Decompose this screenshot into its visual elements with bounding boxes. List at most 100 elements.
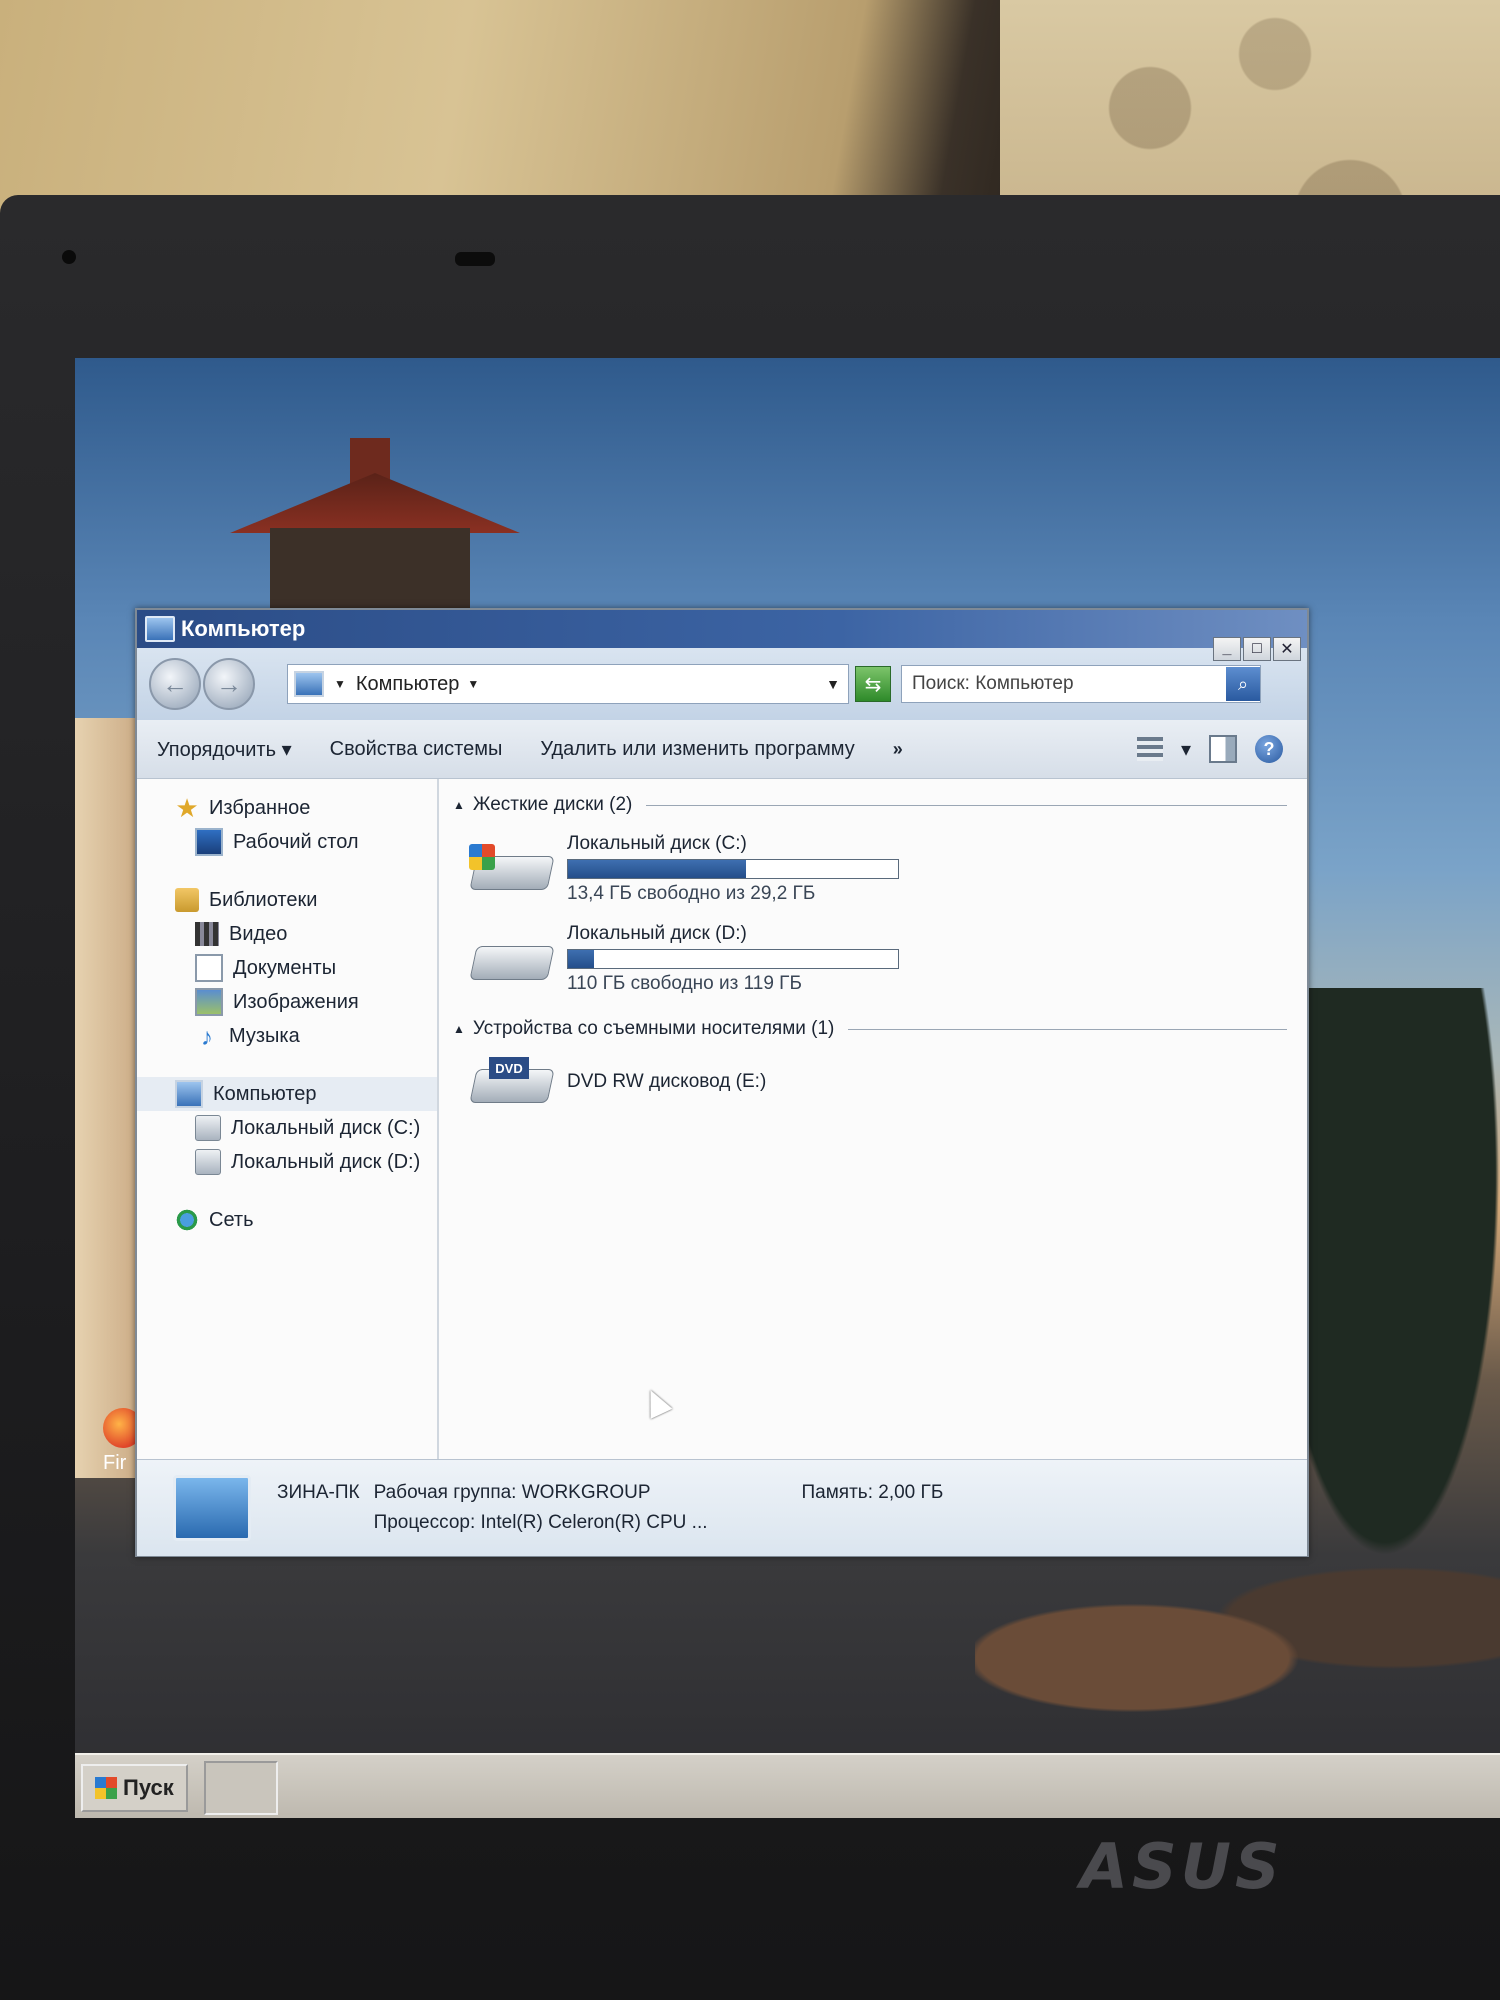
sidebar-item-label: Библиотеки [209,888,318,911]
start-label: Пуск [123,1774,174,1800]
desktop-icon [195,828,223,856]
sidebar-item-label: Избранное [209,796,311,819]
sidebar-item-libraries[interactable]: Библиотеки [137,883,437,917]
laptop-brand-logo: ASUS [1080,1830,1284,1903]
view-tools: ▾ ? [1136,735,1283,763]
collapse-arrow-icon[interactable]: ▲ [453,1022,465,1036]
drive-usage-bar [567,949,899,969]
music-icon: ♪ [201,1024,213,1051]
window-title: Компьютер [181,616,306,641]
content-pane: ▲ Жесткие диски (2) Локальный диск (C:) … [439,779,1307,1459]
memory: Память: 2,00 ГБ [801,1482,944,1503]
screen: Fir Компьютер _ □ ✕ ← → ▼ Компьютер ▼ ▼ … [75,358,1500,1818]
navigation-pane: ★ Избранное Рабочий стол Библиотеки Виде… [137,779,439,1459]
star-icon: ★ [175,792,199,823]
webcam [455,252,495,266]
forward-arrow-icon: → [216,668,242,699]
chevron-down-icon[interactable]: ▼ [467,677,479,691]
command-bar: Упорядочить ▾ Свойства системы Удалить и… [137,720,1307,779]
search-button[interactable]: ⌕ [1226,667,1260,701]
drive-d[interactable]: Локальный диск (D:) 110 ГБ свободно из 1… [469,923,1287,995]
drive-usage-bar [567,859,899,879]
title-bar[interactable]: Компьютер _ □ ✕ [137,610,1307,661]
sidebar-item-network[interactable]: Сеть [137,1203,437,1237]
image-icon [195,988,223,1016]
computer-icon [294,671,324,697]
search-placeholder: Поиск: Компьютер [912,673,1074,694]
breadcrumb-arrow-icon[interactable]: ▼ [334,677,346,691]
window-body: ★ Избранное Рабочий стол Библиотеки Виде… [137,779,1307,1459]
pc-name: ЗИНА-ПК [277,1482,360,1503]
sidebar-item-computer[interactable]: Компьютер [137,1077,437,1111]
sidebar-item-label: Музыка [229,1024,300,1047]
preview-pane-icon[interactable] [1209,735,1237,763]
section-title: Устройства со съемными носителями (1) [472,1018,835,1039]
sidebar-item-label: Сеть [209,1208,254,1231]
hard-drive-windows-icon [469,844,555,894]
sidebar-item-label: Компьютер [213,1082,317,1105]
sidebar-item-video[interactable]: Видео [137,917,437,951]
explorer-window: Компьютер _ □ ✕ ← → ▼ Компьютер ▼ ▼ ⇆ По… [135,608,1309,1557]
refresh-button[interactable]: ⇆ [855,666,891,702]
maximize-button[interactable]: □ [1243,637,1271,661]
organize-button[interactable]: Упорядочить ▾ [157,737,292,762]
section-removable[interactable]: ▲ Устройства со съемными носителями (1) [453,1013,1287,1045]
taskbar-window-button[interactable] [203,1760,278,1815]
collapse-arrow-icon[interactable]: ▲ [453,798,465,812]
computer-icon [173,1475,251,1541]
sidebar-item-favorites[interactable]: ★ Избранное [137,791,437,825]
system-properties-button[interactable]: Свойства системы [330,738,503,761]
refresh-icon: ⇆ [864,673,882,696]
network-icon [175,1208,199,1232]
address-bar[interactable]: ▼ Компьютер ▼ ▼ [287,664,849,704]
forward-button[interactable]: → [203,658,255,710]
start-button[interactable]: Пуск [81,1763,188,1812]
windows-logo-icon [95,1776,117,1799]
more-commands-button[interactable]: » [893,739,903,760]
computer-icon [145,616,175,642]
processor: Процессор: Intel(R) Celeron(R) CPU ... [373,1512,708,1533]
section-hard-disks[interactable]: ▲ Жесткие диски (2) [453,789,1287,821]
window-controls: _ □ ✕ [1213,637,1301,661]
section-title: Жесткие диски (2) [472,794,633,815]
sidebar-item-label: Видео [229,922,288,945]
close-button[interactable]: ✕ [1273,637,1301,661]
sidebar-item-documents[interactable]: Документы [137,951,437,985]
sidebar-item-disk-d[interactable]: Локальный диск (D:) [137,1145,437,1179]
drive-free-space: 13,4 ГБ свободно из 29,2 ГБ [567,883,816,904]
wallpaper-lighthouse-roof [230,473,520,533]
details-pane: ЗИНА-ПК Рабочая группа: WORKGROUP Память… [137,1459,1307,1556]
change-view-icon[interactable] [1136,737,1163,761]
search-input[interactable]: Поиск: Компьютер ⌕ [901,665,1261,703]
drive-name: Локальный диск (D:) [567,923,747,944]
sidebar-item-label: Изображения [233,990,359,1013]
back-button[interactable]: ← [149,658,201,710]
workgroup: Рабочая группа: WORKGROUP [373,1482,651,1503]
drive-name: DVD RW дисковод (E:) [567,1071,767,1092]
drive-free-space: 110 ГБ свободно из 119 ГБ [567,973,802,994]
uninstall-program-button[interactable]: Удалить или изменить программу [540,738,854,761]
drive-e-dvd[interactable]: DVD DVD RW дисковод (E:) [469,1057,1287,1107]
sidebar-item-label: Рабочий стол [233,830,359,853]
computer-icon [175,1080,203,1108]
view-options-dropdown[interactable]: ▾ [1181,737,1191,762]
sidebar-item-label: Локальный диск (C:) [231,1116,421,1139]
mouse-cursor-icon [639,1385,673,1419]
drive-icon [195,1149,221,1175]
sidebar-item-disk-c[interactable]: Локальный диск (C:) [137,1111,437,1145]
minimize-button[interactable]: _ [1213,637,1241,661]
drive-c[interactable]: Локальный диск (C:) 13,4 ГБ свободно из … [469,833,1287,905]
document-icon [195,954,223,982]
address-history-dropdown[interactable]: ▼ [826,676,840,692]
dvd-drive-icon: DVD [469,1057,555,1107]
video-icon [195,922,219,946]
help-icon[interactable]: ? [1255,735,1283,763]
search-icon: ⌕ [1237,673,1249,694]
breadcrumb[interactable]: Компьютер [356,673,460,696]
sidebar-item-label: Локальный диск (D:) [231,1150,421,1173]
sidebar-item-images[interactable]: Изображения [137,985,437,1019]
sidebar-item-label: Документы [233,956,337,979]
taskbar: Пуск [75,1753,1500,1818]
sidebar-item-music[interactable]: ♪ Музыка [137,1019,437,1053]
sidebar-item-desktop[interactable]: Рабочий стол [137,825,437,859]
